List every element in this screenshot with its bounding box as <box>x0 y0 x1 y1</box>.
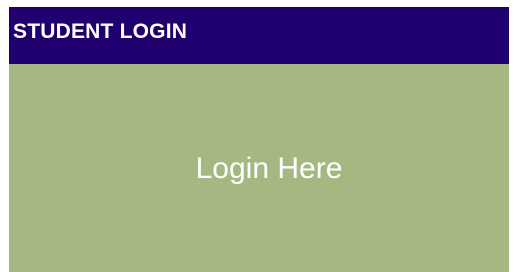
panel-header: STUDENT LOGIN <box>9 7 509 64</box>
panel-title: STUDENT LOGIN <box>13 20 188 43</box>
login-here-link[interactable]: Login Here <box>9 154 514 184</box>
panel-body: Login Here <box>9 64 509 272</box>
student-login-panel: STUDENT LOGIN Login Here <box>0 0 514 272</box>
